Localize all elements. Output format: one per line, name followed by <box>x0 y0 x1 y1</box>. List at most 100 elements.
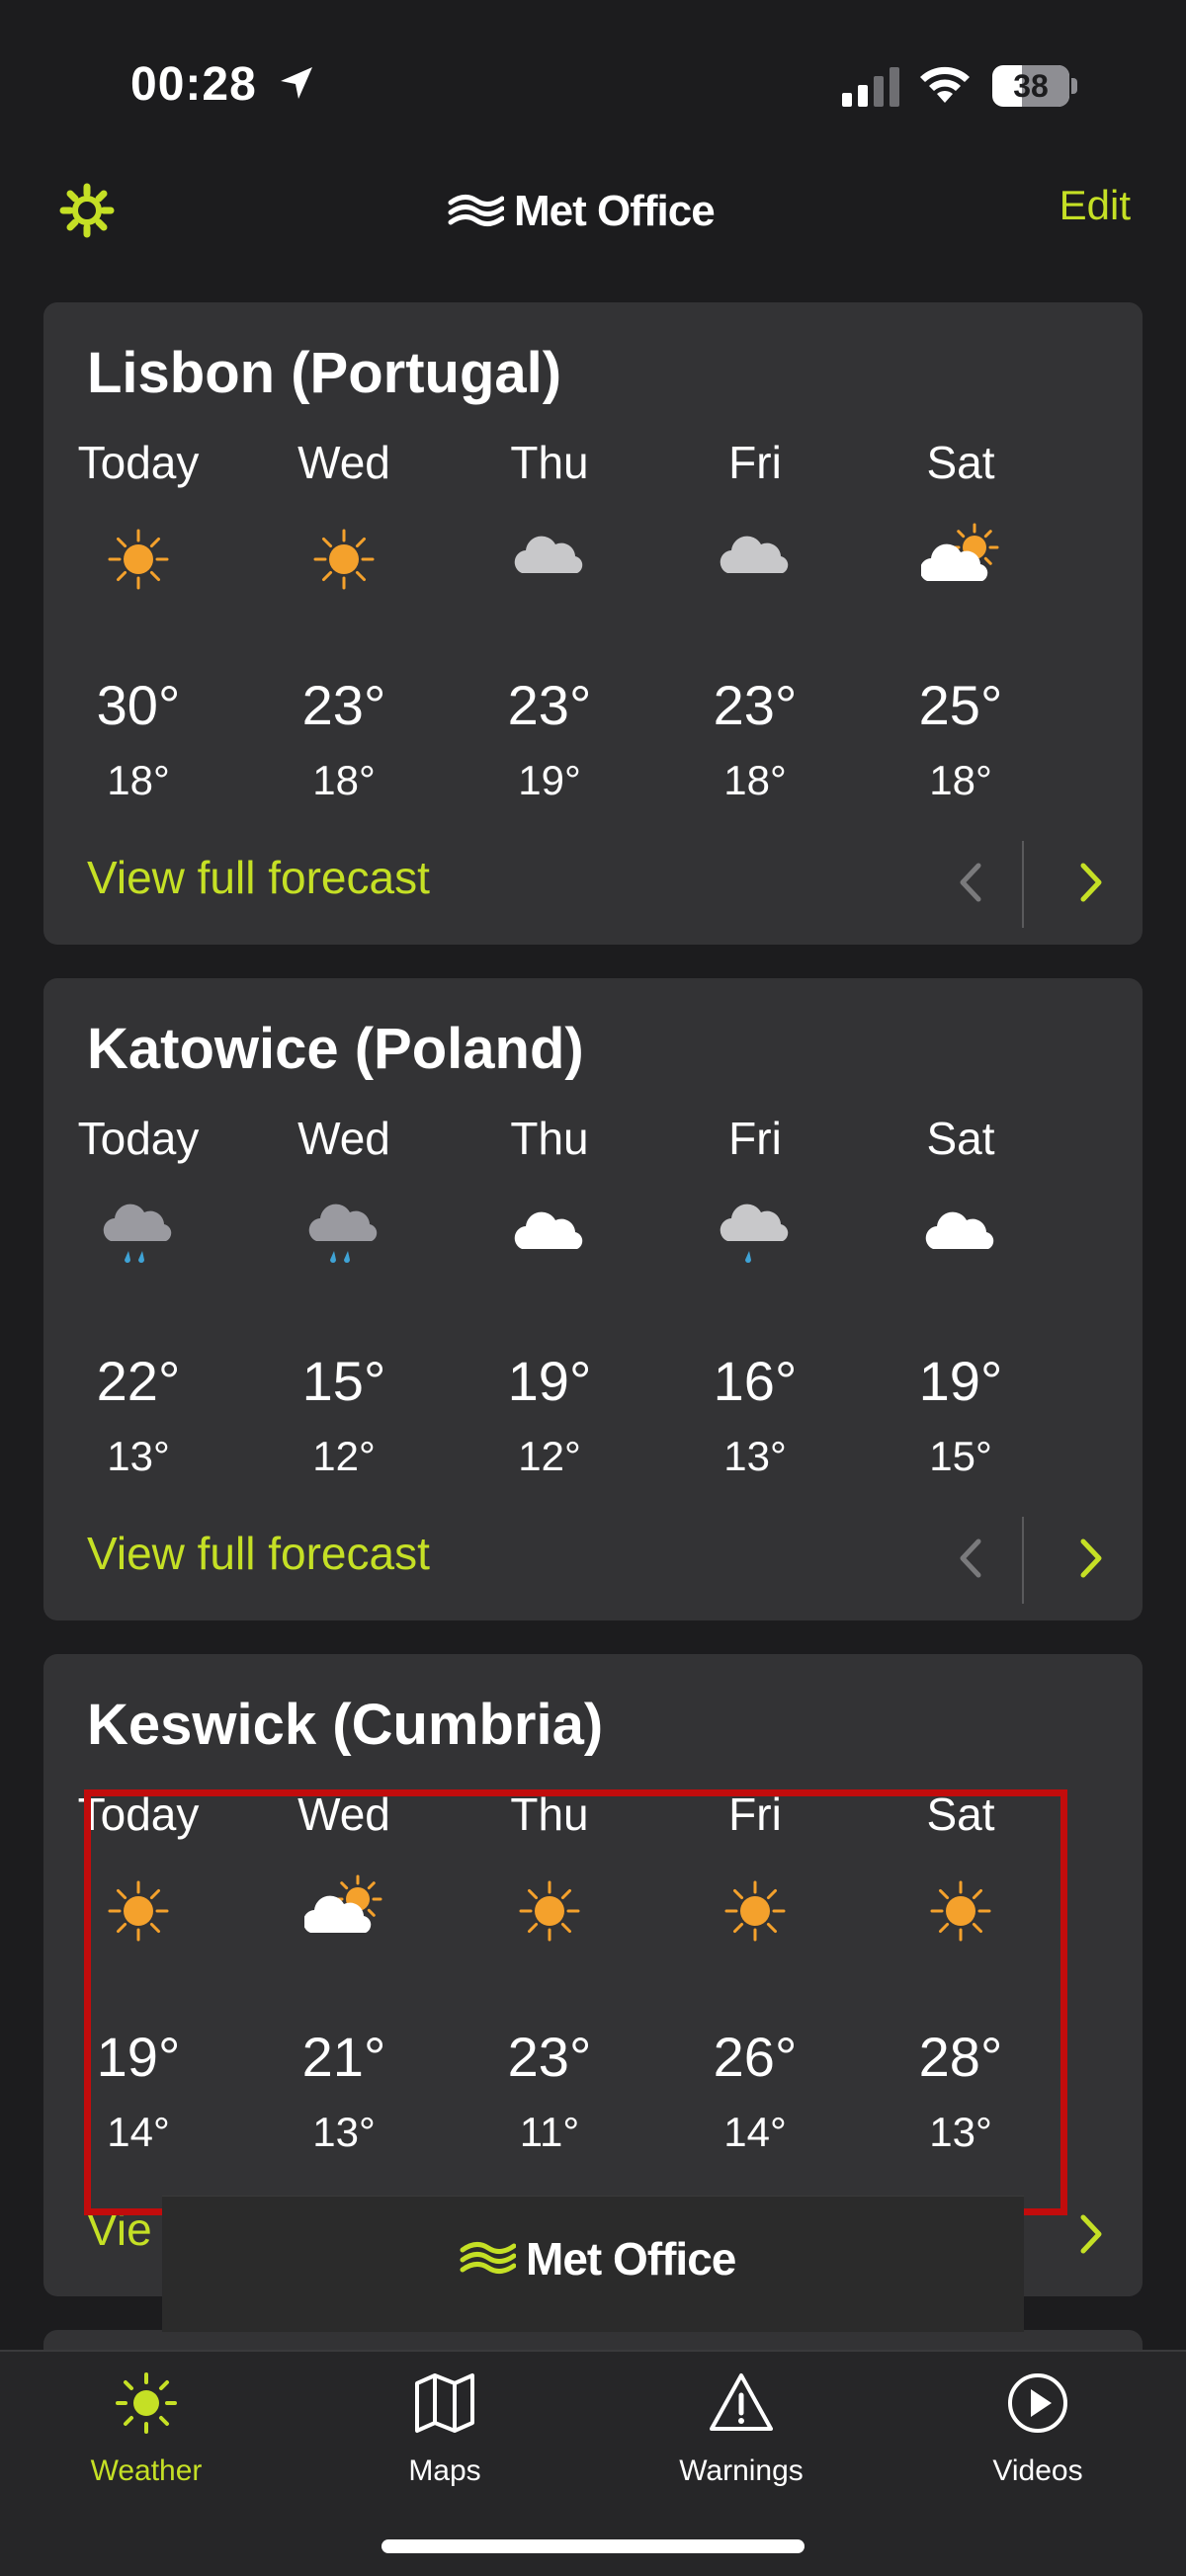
day-name: Today <box>77 1113 200 1164</box>
battery-body: 38 <box>992 65 1069 107</box>
tab-label: Videos <box>992 2454 1083 2487</box>
nav-divider <box>1022 841 1024 928</box>
high-temperature: 23° <box>507 674 592 736</box>
high-temperature: 23° <box>713 674 798 736</box>
low-temperature: 19° <box>518 757 581 803</box>
met-office-logo-mark-icon <box>460 2242 516 2274</box>
edit-button[interactable]: Edit <box>1059 182 1131 229</box>
settings-gear-icon[interactable] <box>59 183 115 238</box>
day-name: Today <box>77 437 200 488</box>
day-name: Fri <box>728 1788 782 1840</box>
sun-weather-icon <box>313 529 375 590</box>
tab-weather[interactable]: Weather <box>47 2371 245 2520</box>
status-time: 00:28 <box>130 58 257 111</box>
home-indicator[interactable] <box>381 2539 805 2553</box>
day-name: Fri <box>728 1113 782 1164</box>
met-office-logo-mark-icon <box>448 195 504 226</box>
sun-weather-icon <box>108 1880 169 1942</box>
low-temperature: 12° <box>518 1433 581 1479</box>
sun-weather-icon <box>930 1880 991 1942</box>
cloud-grey-weather-icon <box>720 536 789 573</box>
location-arrow-icon <box>281 67 312 99</box>
play-icon <box>1008 2373 1067 2433</box>
day-name: Today <box>77 1788 200 1840</box>
high-temperature: 28° <box>918 2026 1003 2088</box>
day-name: Fri <box>728 437 782 488</box>
high-temperature: 26° <box>713 2026 798 2088</box>
low-temperature: 14° <box>107 2109 170 2155</box>
next-chevron-icon[interactable] <box>1071 2209 1111 2259</box>
view-full-forecast-link[interactable]: View full forecast <box>87 851 430 904</box>
previous-chevron-icon[interactable] <box>951 858 990 907</box>
day-name: Sat <box>926 1788 995 1840</box>
nav-divider <box>1022 1517 1024 1604</box>
low-temperature: 11° <box>519 2109 580 2155</box>
day-name: Wed <box>297 1788 390 1840</box>
day-name: Thu <box>510 1113 589 1164</box>
view-full-forecast-link[interactable]: View full forecast <box>87 1527 430 1580</box>
location-title: Katowice (Poland) <box>87 1017 584 1081</box>
battery-percentage: 38 <box>1013 68 1049 104</box>
high-temperature: 22° <box>96 1350 181 1412</box>
sun-cloud-weather-icon <box>921 523 999 581</box>
cloud-grey-weather-icon <box>514 536 583 573</box>
battery-cap <box>1071 78 1077 94</box>
tab-label: Weather <box>90 2454 203 2487</box>
low-temperature: 12° <box>312 1433 376 1479</box>
low-temperature: 13° <box>929 2109 992 2155</box>
tab-maps[interactable]: Maps <box>346 2371 544 2520</box>
toast-logo-text: Met Office <box>526 2233 736 2285</box>
cloud-white-weather-icon <box>514 1211 583 1249</box>
high-temperature: 15° <box>301 1350 386 1412</box>
sun-weather-icon <box>519 1880 580 1942</box>
sun-weather-icon <box>108 529 169 590</box>
rain-cloud-weather-icon <box>308 1204 378 1263</box>
wifi-icon <box>920 66 970 103</box>
day-name: Thu <box>510 1788 589 1840</box>
met-office-logo: Met Office <box>447 182 716 241</box>
tab-videos[interactable]: Videos <box>939 2371 1137 2520</box>
low-temperature: 18° <box>929 757 992 803</box>
low-temperature: 14° <box>723 2109 787 2155</box>
next-chevron-icon[interactable] <box>1071 1534 1111 1583</box>
logo-text: Met Office <box>514 187 716 235</box>
sun-icon <box>116 2372 177 2434</box>
sun-weather-icon <box>724 1880 786 1942</box>
high-temperature: 19° <box>96 2026 181 2088</box>
high-temperature: 16° <box>713 1350 798 1412</box>
toast-logo: Met Office <box>459 2232 736 2285</box>
status-bar: 00:28 38 <box>0 0 1186 158</box>
tab-label: Maps <box>408 2454 481 2487</box>
battery-icon: 38 <box>992 65 1077 107</box>
day-name: Wed <box>297 1113 390 1164</box>
cloud-white-weather-icon <box>925 1211 994 1249</box>
low-temperature: 18° <box>107 757 170 803</box>
high-temperature: 19° <box>507 1350 592 1412</box>
location-card[interactable]: Lisbon (Portugal) Today 30° 18° Wed 23° 18° Thu… <box>43 302 1143 945</box>
light-rain-cloud-weather-icon <box>720 1204 789 1263</box>
high-temperature: 19° <box>918 1350 1003 1412</box>
location-title: Lisbon (Portugal) <box>87 341 562 405</box>
high-temperature: 30° <box>96 674 181 736</box>
previous-chevron-icon[interactable] <box>951 1534 990 1583</box>
high-temperature: 23° <box>301 674 386 736</box>
rain-cloud-weather-icon <box>103 1204 172 1263</box>
high-temperature: 21° <box>301 2026 386 2088</box>
low-temperature: 13° <box>723 1433 787 1479</box>
location-card[interactable]: Katowice (Poland) Today 22° 13° Wed 15° 12° Thu… <box>43 978 1143 1620</box>
high-temperature: 23° <box>507 2026 592 2088</box>
view-full-forecast-link[interactable]: Vie <box>87 2202 152 2256</box>
location-title: Keswick (Cumbria) <box>87 1693 604 1757</box>
tab-warnings[interactable]: Warnings <box>642 2371 840 2520</box>
map-icon <box>415 2373 474 2433</box>
day-name: Sat <box>926 1113 995 1164</box>
sun-cloud-weather-icon <box>304 1874 382 1933</box>
high-temperature: 25° <box>918 674 1003 736</box>
day-name: Wed <box>297 437 390 488</box>
low-temperature: 13° <box>312 2109 376 2155</box>
next-chevron-icon[interactable] <box>1071 858 1111 907</box>
signal-icon <box>842 67 899 107</box>
low-temperature: 13° <box>107 1433 170 1479</box>
app-header: Met Office Edit <box>0 168 1186 257</box>
low-temperature: 18° <box>312 757 376 803</box>
